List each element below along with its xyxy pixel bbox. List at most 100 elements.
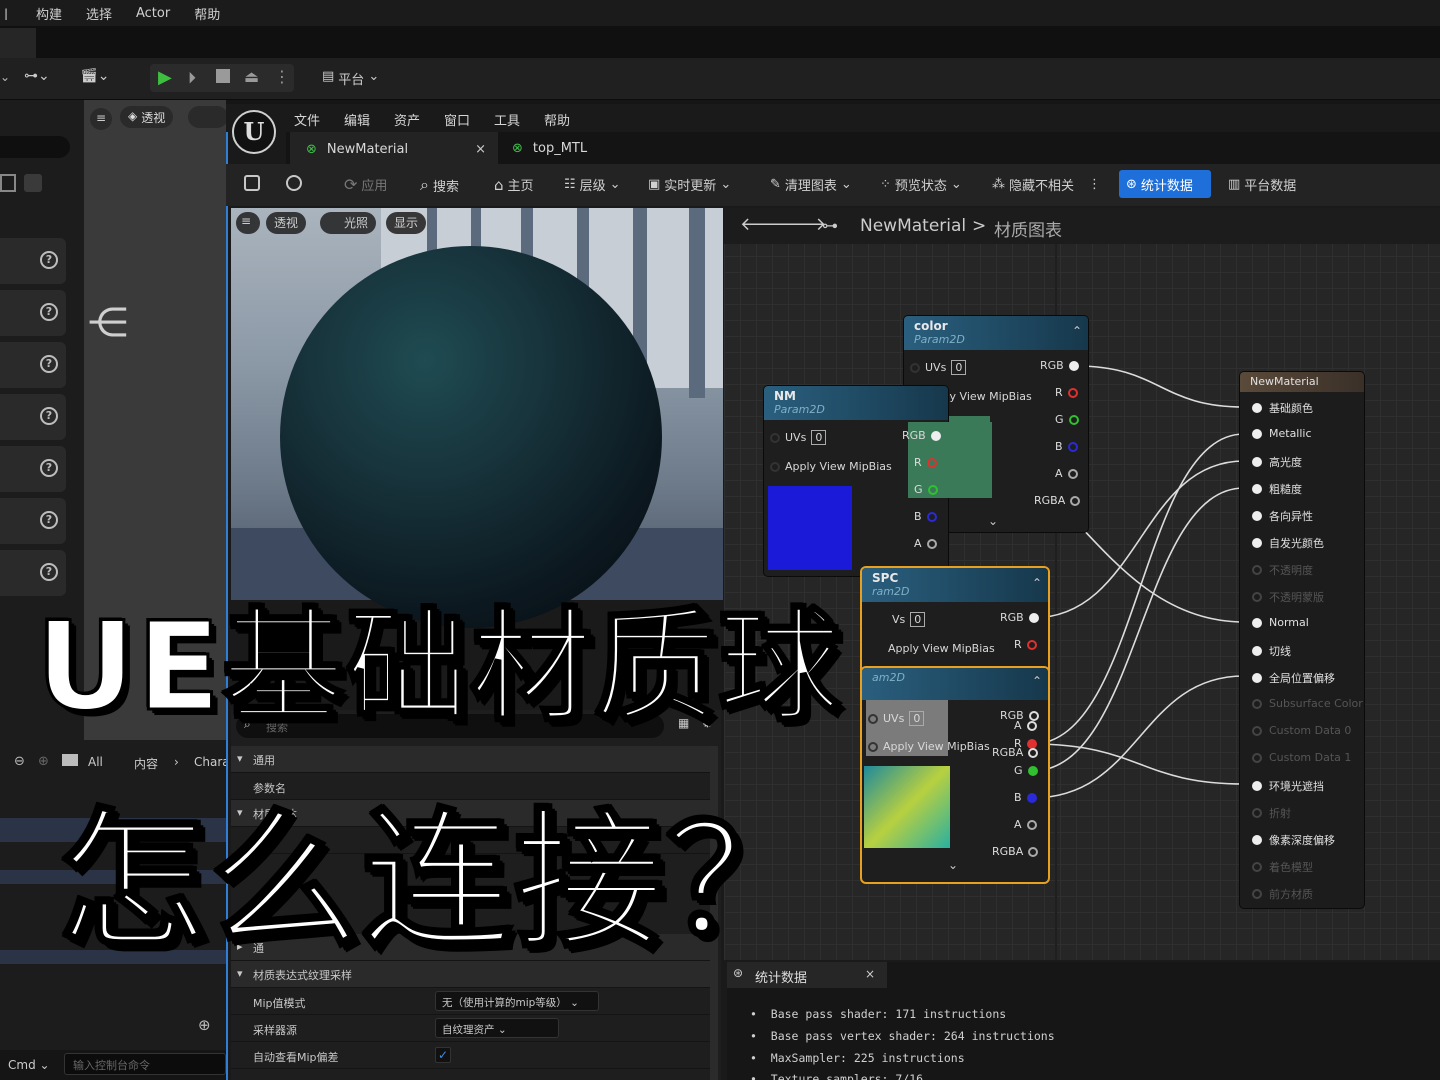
pin-g[interactable]: G xyxy=(1055,413,1079,426)
pin-rgba[interactable]: RGBA xyxy=(992,845,1039,858)
collapse-icon[interactable]: ⌃ xyxy=(1072,324,1082,338)
pin-label: RGB xyxy=(902,429,926,442)
pin-dot xyxy=(1252,808,1262,818)
overlay-title-line2: 怎么连接？ xyxy=(56,794,819,971)
result-input-pin[interactable]: Normal xyxy=(1252,616,1309,629)
node-result[interactable]: NewMaterial xyxy=(1240,372,1364,908)
pin-dot xyxy=(1252,862,1262,872)
pin-value[interactable]: 0 xyxy=(909,711,925,726)
result-input-pin[interactable]: 切线 xyxy=(1252,643,1291,659)
pin-label: 折射 xyxy=(1269,807,1291,820)
pin-b[interactable]: B xyxy=(1055,440,1078,453)
result-input-pin[interactable]: 粗糙度 xyxy=(1252,481,1302,497)
pin-label: RGBA xyxy=(1034,494,1066,507)
pin-r[interactable]: R xyxy=(1014,638,1037,651)
result-input-pin[interactable]: 各向异性 xyxy=(1252,508,1313,524)
pin-label: 切线 xyxy=(1269,645,1291,658)
collapse-icon[interactable]: ⌃ xyxy=(1032,674,1042,688)
result-input-pin[interactable]: 不透明蒙版 xyxy=(1252,589,1324,605)
pin-uvs[interactable]: UVs 0 xyxy=(770,430,827,445)
pin-value[interactable]: 0 xyxy=(910,612,926,627)
pin-b[interactable]: B xyxy=(914,510,937,523)
pin-r[interactable]: R xyxy=(1055,386,1078,399)
chevron-down-icon[interactable]: ⌄ xyxy=(988,514,998,528)
result-input-pin[interactable]: 像素深度偏移 xyxy=(1252,832,1335,848)
collapse-icon[interactable]: ⌃ xyxy=(1032,576,1042,590)
pin-rgb[interactable]: RGB xyxy=(1000,611,1039,624)
chevron-down-icon[interactable]: ⌄ xyxy=(948,858,958,872)
result-input-pin[interactable]: 全局位置偏移 xyxy=(1252,670,1335,686)
pin-label: Normal xyxy=(1269,616,1309,629)
pin-label: RGB xyxy=(1040,359,1064,372)
pin-r[interactable]: R xyxy=(914,456,937,469)
pin-rgba[interactable]: RGBA xyxy=(992,746,1039,759)
pin-label: Subsurface Color xyxy=(1269,697,1363,710)
pin-dot xyxy=(1252,428,1262,439)
pin-label: 像素深度偏移 xyxy=(1269,834,1335,847)
pin-label: Custom Data 1 xyxy=(1269,751,1352,764)
pin-a[interactable]: A xyxy=(1055,467,1078,480)
node-preview xyxy=(864,766,950,848)
result-input-pin[interactable]: 高光度 xyxy=(1252,454,1302,470)
pin-dot xyxy=(1252,698,1262,709)
result-input-pin[interactable]: Subsurface Color xyxy=(1252,697,1363,710)
stat-text: MaxSampler: 225 instructions xyxy=(770,1051,965,1065)
pin-value[interactable]: 0 xyxy=(951,360,967,375)
pin-label: R xyxy=(914,456,922,469)
pin-label: R xyxy=(1014,638,1022,651)
result-input-pin[interactable]: 自发光颜色 xyxy=(1252,535,1324,551)
pin-dot xyxy=(1252,538,1262,548)
stat-text: Base pass shader: 171 instructions xyxy=(770,1007,1007,1021)
node-title: SPC xyxy=(872,571,899,585)
pin-label: R xyxy=(1055,386,1063,399)
node-title: color xyxy=(914,319,948,333)
pin-label: 基础颜色 xyxy=(1269,402,1313,415)
pin-label: Metallic xyxy=(1269,427,1312,440)
node-header: am2D xyxy=(862,668,1048,700)
pin-dot xyxy=(1252,592,1262,602)
node-subtitle: ram2D xyxy=(872,585,910,598)
pin-mipbias[interactable]: Apply View MipBias xyxy=(868,740,990,753)
pin-label: A xyxy=(914,537,922,550)
result-input-pin[interactable]: 前方材质 xyxy=(1252,886,1313,902)
pin-uvs[interactable]: UVs 0 xyxy=(910,360,967,375)
result-input-pin[interactable]: 基础颜色 xyxy=(1252,400,1313,416)
result-node-header: NewMaterial xyxy=(1240,372,1364,392)
pin-label: RGBA xyxy=(992,845,1024,858)
pin-rgb[interactable]: RGB xyxy=(1040,359,1079,372)
result-input-pin[interactable]: Custom Data 0 xyxy=(1252,724,1351,737)
pin-dot xyxy=(1252,725,1262,736)
result-input-pin[interactable]: 折射 xyxy=(1252,805,1291,821)
pin-mipbias[interactable]: Apply View MipBias xyxy=(770,460,892,473)
pin-b[interactable]: B xyxy=(1014,791,1037,804)
stat-line: • MaxSampler: 225 instructions xyxy=(750,1051,965,1065)
pin-value[interactable]: 0 xyxy=(811,430,827,445)
pin-dot xyxy=(1252,752,1262,763)
pin-label: A xyxy=(1014,818,1022,831)
pin-dot xyxy=(1252,617,1262,628)
pin-mipbias[interactable]: Apply View MipBias xyxy=(888,642,995,655)
stat-text: Texture samplers: 7/16 xyxy=(770,1072,924,1080)
pin-uvs[interactable]: UVs 0 xyxy=(868,711,925,726)
result-input-pin[interactable]: 不透明度 xyxy=(1252,562,1313,578)
pin-dot xyxy=(1252,484,1262,494)
pin-label: UVs xyxy=(883,712,905,725)
node-spc[interactable]: SPC ram2D ⌃ xyxy=(862,568,1048,680)
result-input-pin[interactable]: Metallic xyxy=(1252,427,1312,440)
result-input-pin[interactable]: Custom Data 1 xyxy=(1252,751,1351,764)
result-input-pin[interactable]: 着色模型 xyxy=(1252,859,1313,875)
pin-a[interactable]: A xyxy=(914,537,937,550)
pin-label: 各向异性 xyxy=(1269,510,1313,523)
close-icon[interactable]: × xyxy=(865,967,875,981)
pin-dot xyxy=(1252,511,1262,521)
pin-a[interactable]: A xyxy=(1014,719,1037,732)
pin-dot xyxy=(1252,673,1262,683)
pin-a[interactable]: A xyxy=(1014,818,1037,831)
pin-g[interactable]: G xyxy=(914,483,938,496)
pin-rgb[interactable]: RGB xyxy=(902,429,941,442)
pin-rgba[interactable]: RGBA xyxy=(1034,494,1081,507)
pin-g[interactable]: G xyxy=(1014,764,1038,777)
result-input-pin[interactable]: 环境光遮挡 xyxy=(1252,778,1324,794)
pin-uvs[interactable]: Vs 0 xyxy=(892,612,926,627)
node-header: color Param2D xyxy=(904,316,1088,350)
